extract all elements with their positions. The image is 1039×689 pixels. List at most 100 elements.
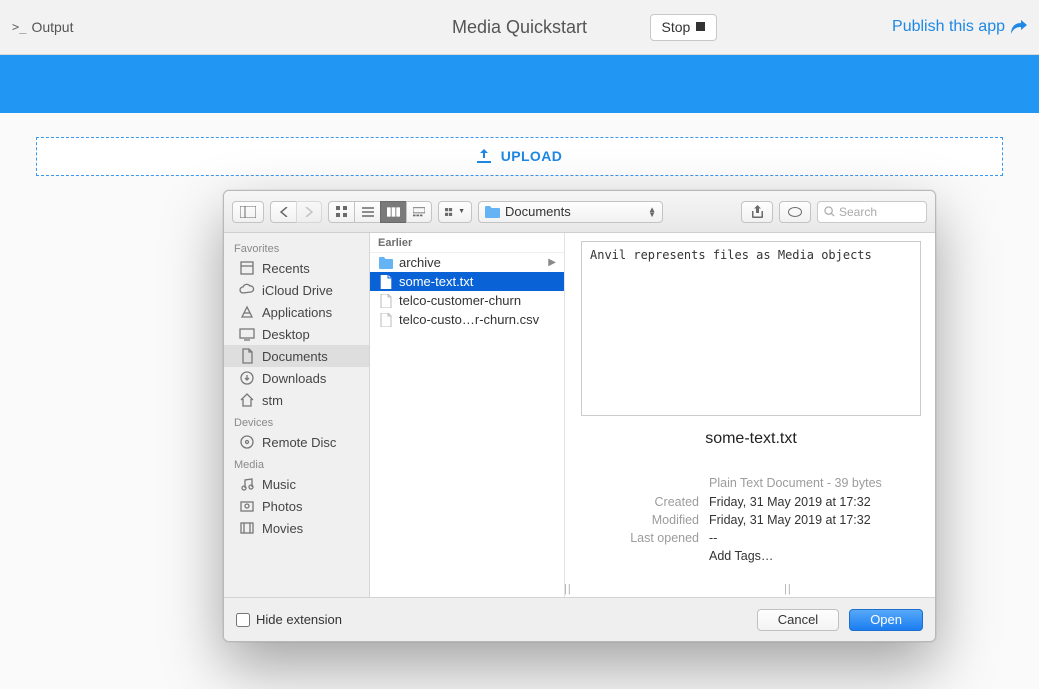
file-name: telco-customer-churn: [399, 293, 521, 308]
gallery-icon: [413, 207, 425, 217]
open-button[interactable]: Open: [849, 609, 923, 631]
sidebar-item-label: Photos: [262, 499, 302, 514]
prompt-icon: >_: [12, 20, 26, 34]
view-mode-group: [328, 201, 432, 223]
file-icon: [378, 274, 393, 289]
sidebar-item-label: Remote Disc: [262, 435, 336, 450]
file-name: archive: [399, 255, 441, 270]
chevron-left-icon: [280, 207, 288, 217]
modified-label: Modified: [581, 511, 699, 529]
sidebar-toggle-button[interactable]: [232, 201, 264, 223]
sidebar-item-downloads[interactable]: Downloads: [224, 367, 369, 389]
dialog-bottom-bar: Hide extension Cancel Open: [224, 597, 935, 641]
created-label: Created: [581, 493, 699, 511]
sidebar-item-label: Downloads: [262, 371, 326, 386]
output-tab[interactable]: >_ Output: [12, 19, 73, 35]
sidebar-item-remote-disc[interactable]: Remote Disc: [224, 431, 369, 453]
recents-icon: [238, 260, 255, 276]
file-metadata: Plain Text Document - 39 bytes Created F…: [581, 476, 921, 565]
created-value: Friday, 31 May 2019 at 17:32: [709, 493, 871, 511]
columns-icon: [387, 207, 400, 217]
back-button[interactable]: [270, 201, 296, 223]
last-opened-label: Last opened: [581, 529, 699, 547]
upload-zone[interactable]: UPLOAD: [36, 137, 1003, 176]
preview-filename: some-text.txt: [581, 430, 921, 448]
hide-extension-input[interactable]: [236, 613, 250, 627]
stop-button-label: Stop: [662, 19, 691, 35]
photos-icon: [238, 498, 255, 514]
sidebar-item-label: Recents: [262, 261, 310, 276]
modified-value: Friday, 31 May 2019 at 17:32: [709, 511, 871, 529]
group-icon: [445, 207, 456, 217]
column-resize-handle[interactable]: ||: [784, 583, 792, 595]
location-label: Documents: [505, 204, 571, 219]
sidebar-item-applications[interactable]: Applications: [224, 301, 369, 323]
home-icon: [238, 392, 255, 408]
column-resize-handle[interactable]: ||: [564, 583, 572, 595]
sidebar-item-label: stm: [262, 393, 283, 408]
search-input[interactable]: Search: [817, 201, 927, 223]
sidebar-item-recents[interactable]: Recents: [224, 257, 369, 279]
sidebar-item-photos[interactable]: Photos: [224, 495, 369, 517]
sidebar-item-label: Movies: [262, 521, 303, 536]
upload-label: UPLOAD: [501, 148, 563, 164]
file-icon: [378, 293, 393, 308]
cancel-button[interactable]: Cancel: [757, 609, 839, 631]
sidebar-item-icloud[interactable]: iCloud Drive: [224, 279, 369, 301]
hide-extension-label: Hide extension: [256, 612, 342, 627]
file-name: some-text.txt: [399, 274, 473, 289]
file-row-selected[interactable]: some-text.txt: [370, 272, 564, 291]
file-list-column: Earlier archive ▶ some-text.txt telco-cu…: [370, 233, 565, 597]
tags-button[interactable]: [779, 201, 811, 223]
disc-icon: [238, 434, 255, 450]
file-icon: [378, 312, 393, 327]
nav-group: [270, 201, 322, 223]
forward-button[interactable]: [296, 201, 322, 223]
file-row-folder[interactable]: archive ▶: [370, 253, 564, 272]
sidebar-item-label: Music: [262, 477, 296, 492]
share-icon: [1011, 20, 1027, 34]
sidebar-icon: [240, 206, 256, 218]
sidebar-item-desktop[interactable]: Desktop: [224, 323, 369, 345]
share-button[interactable]: [741, 201, 773, 223]
file-row[interactable]: telco-custo…r-churn.csv: [370, 310, 564, 329]
sidebar-item-documents[interactable]: Documents: [224, 345, 369, 367]
stop-icon: [696, 22, 705, 31]
stop-button[interactable]: Stop: [650, 14, 718, 41]
publish-link[interactable]: Publish this app: [892, 18, 1027, 36]
group-by-button[interactable]: ▼: [438, 201, 472, 223]
search-placeholder: Search: [839, 205, 877, 219]
last-opened-value: --: [709, 529, 717, 547]
finder-body: Favorites Recents iCloud Drive Applicati…: [224, 233, 935, 597]
chevron-right-icon: [305, 207, 313, 217]
applications-icon: [238, 304, 255, 320]
finder-toolbar: ▼ Documents ▲▼ Search: [224, 191, 935, 233]
music-icon: [238, 476, 255, 492]
list-view-button[interactable]: [354, 201, 380, 223]
page-title: Media Quickstart: [452, 17, 587, 38]
documents-icon: [238, 348, 255, 364]
sidebar-item-music[interactable]: Music: [224, 473, 369, 495]
add-tags-link[interactable]: Add Tags…: [709, 547, 773, 565]
sidebar-item-label: Desktop: [262, 327, 310, 342]
sidebar-section-media: Media: [224, 453, 369, 473]
movies-icon: [238, 520, 255, 536]
hide-extension-checkbox[interactable]: Hide extension: [236, 612, 342, 627]
updown-icon: ▲▼: [648, 207, 656, 217]
preview-pane: Anvil represents files as Media objects …: [565, 233, 935, 597]
column-view-button[interactable]: [380, 201, 406, 223]
sidebar-item-movies[interactable]: Movies: [224, 517, 369, 539]
icon-view-button[interactable]: [328, 201, 354, 223]
file-row[interactable]: telco-customer-churn: [370, 291, 564, 310]
gallery-view-button[interactable]: [406, 201, 432, 223]
tag-icon: [788, 207, 802, 217]
sidebar-item-label: Applications: [262, 305, 332, 320]
folder-icon: [485, 206, 500, 218]
upload-icon: [477, 149, 491, 163]
sidebar-item-home[interactable]: stm: [224, 389, 369, 411]
sidebar-item-label: Documents: [262, 349, 328, 364]
location-dropdown[interactable]: Documents ▲▼: [478, 201, 663, 223]
sidebar-section-devices: Devices: [224, 411, 369, 431]
file-group-label: Earlier: [370, 233, 564, 253]
folder-icon: [378, 255, 393, 270]
